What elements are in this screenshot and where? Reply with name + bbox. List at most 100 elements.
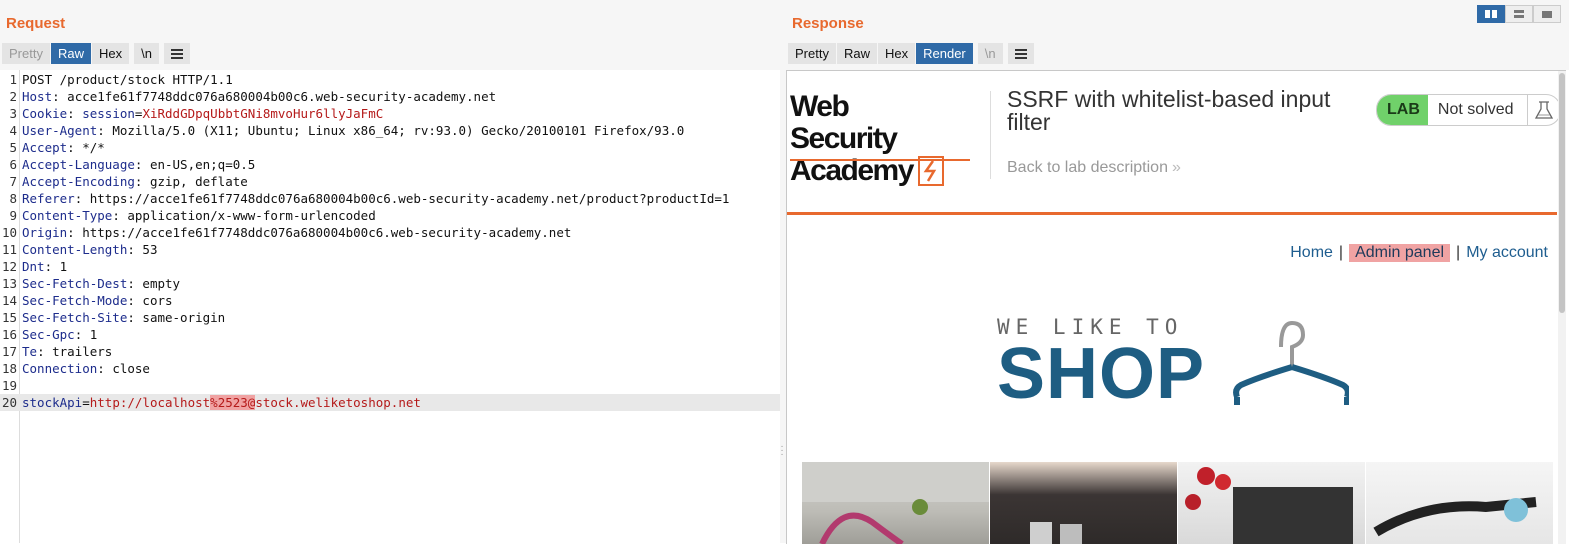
product-image[interactable] xyxy=(1178,462,1365,544)
layout-stacked-icon[interactable] xyxy=(1505,5,1533,23)
lab-title: SSRF with whitelist-based input filter xyxy=(1007,86,1331,135)
line-number: 8 xyxy=(9,191,17,206)
editor-line[interactable]: 16 Sec-Gpc: 1 xyxy=(0,326,780,343)
editor-line[interactable]: 17 Te: trailers xyxy=(0,343,780,360)
brand-underline xyxy=(790,159,970,161)
header-divider xyxy=(990,91,991,179)
tab-raw[interactable]: Raw xyxy=(50,43,92,64)
tab-newline-toggle[interactable]: \n xyxy=(977,43,1004,64)
request-pane: Request Pretty Raw Hex \n 1 POST /product… xyxy=(0,0,780,543)
line-content: User-Agent: Mozilla/5.0 (X11; Ubuntu; Li… xyxy=(22,123,685,138)
layout-toggle-group xyxy=(1477,5,1561,23)
menu-icon[interactable] xyxy=(1007,43,1035,64)
editor-line[interactable]: 19 xyxy=(0,377,780,394)
line-content: Sec-Gpc: 1 xyxy=(22,327,98,342)
line-number: 20 xyxy=(1,395,17,410)
header-value: 53 xyxy=(142,242,158,257)
nav-admin-panel-link[interactable]: Admin panel xyxy=(1349,244,1451,262)
header-name: Content-Length xyxy=(22,242,128,257)
editor-line[interactable]: 13 Sec-Fetch-Dest: empty xyxy=(0,275,780,292)
line-content: POST /product/stock HTTP/1.1 xyxy=(22,71,233,88)
nav-separator: | xyxy=(1338,244,1344,261)
tab-hex[interactable]: Hex xyxy=(91,43,131,64)
layout-side-by-side-icon[interactable] xyxy=(1477,5,1505,23)
academy-logo[interactable]: Web Security Academy xyxy=(790,91,970,187)
product-image[interactable] xyxy=(1366,462,1553,544)
render-scroll-thumb[interactable] xyxy=(1559,73,1565,313)
line-content: Host: acce1fe61f7748ddc076a680004b00c6.w… xyxy=(22,89,497,104)
editor-line[interactable]: 10 Origin: https://acce1fe61f7748ddc076a6… xyxy=(0,224,780,241)
editor-line[interactable]: 12 Dnt: 1 xyxy=(0,258,780,275)
response-tabs: Pretty Raw Hex Render \n xyxy=(788,43,1035,64)
line-number: 10 xyxy=(1,225,17,240)
request-editor[interactable]: 1 POST /product/stock HTTP/1.1 2 Host: acce… xyxy=(0,70,780,543)
editor-line[interactable]: 7 Accept-Encoding: gzip, deflate xyxy=(0,173,780,190)
line-content: Content-Type: application/x-www-form-url… xyxy=(22,208,376,223)
header-name: Accept xyxy=(22,140,68,155)
product-image[interactable] xyxy=(990,462,1177,544)
line-content: Accept-Encoding: gzip, deflate xyxy=(22,174,248,189)
render-scrollbar[interactable] xyxy=(1558,71,1566,544)
param-value-post: stock.weliketoshop.net xyxy=(255,395,421,410)
line-number: 16 xyxy=(1,327,17,342)
line-number: 2 xyxy=(9,89,17,104)
lab-label: LAB xyxy=(1377,95,1428,125)
editor-line[interactable]: 3 Cookie: session=XiRddGDpqUbbtGNi8mvoHur… xyxy=(0,105,780,122)
shop-logo: WE LIKE TO SHOP xyxy=(997,315,1349,410)
header-name: Accept-Encoding xyxy=(22,174,135,189)
editor-line[interactable]: 2 Host: acce1fe61f7748ddc076a680004b00c6.… xyxy=(0,88,780,105)
editor-line[interactable]: 18 Connection: close xyxy=(0,360,780,377)
line-content: Accept-Language: en-US,en;q=0.5 xyxy=(22,157,256,172)
back-to-lab-link[interactable]: Back to lab description» xyxy=(1007,159,1181,177)
header-name: Cookie xyxy=(22,106,68,121)
request-header: Request Pretty Raw Hex \n xyxy=(0,0,780,70)
tab-pretty[interactable]: Pretty xyxy=(788,43,837,64)
header-value: trailers xyxy=(52,344,113,359)
response-title: Response xyxy=(792,15,864,32)
editor-line[interactable]: 6 Accept-Language: en-US,en;q=0.5 xyxy=(0,156,780,173)
line-content: Te: trailers xyxy=(22,344,113,359)
tab-newline-toggle[interactable]: \n xyxy=(134,43,160,64)
header-name: Sec-Fetch-Dest xyxy=(22,276,128,291)
editor-line[interactable]: 14 Sec-Fetch-Mode: cors xyxy=(0,292,780,309)
tab-raw[interactable]: Raw xyxy=(836,43,878,64)
tab-pretty[interactable]: Pretty xyxy=(2,43,51,64)
line-content: Content-Length: 53 xyxy=(22,242,158,257)
menu-icon[interactable] xyxy=(163,43,191,64)
header-name: Sec-Fetch-Mode xyxy=(22,293,128,308)
nav-my-account-link[interactable]: My account xyxy=(1466,244,1548,262)
editor-line[interactable]: 8 Referer: https://acce1fe61f7748ddc076a6… xyxy=(0,190,780,207)
response-pane: Response Pretty Raw Hex Render \n Web Se xyxy=(786,0,1569,544)
tab-hex[interactable]: Hex xyxy=(877,43,917,64)
line-content: Origin: https://acce1fe61f7748ddc076a680… xyxy=(22,225,572,240)
editor-line[interactable]: 11 Content-Length: 53 xyxy=(0,241,780,258)
editor-line[interactable]: 4 User-Agent: Mozilla/5.0 (X11; Ubuntu; L… xyxy=(0,122,780,139)
line-number: 4 xyxy=(9,123,17,138)
double-chevron-right-icon: » xyxy=(1171,159,1181,176)
lab-status: Not solved xyxy=(1437,101,1514,118)
layout-tabbed-icon[interactable] xyxy=(1533,5,1561,23)
editor-line[interactable]: 1 POST /product/stock HTTP/1.1 xyxy=(0,71,780,88)
nav-home-link[interactable]: Home xyxy=(1290,244,1333,262)
line-number: 15 xyxy=(1,310,17,325)
header-name: Referer xyxy=(22,191,75,206)
tab-render[interactable]: Render xyxy=(916,43,974,64)
header-value: https://acce1fe61f7748ddc076a680004b00c6… xyxy=(82,225,572,240)
editor-line[interactable]: 15 Sec-Fetch-Site: same-origin xyxy=(0,309,780,326)
line-number: 9 xyxy=(9,208,17,223)
editor-line[interactable]: 5 Accept: */* xyxy=(0,139,780,156)
param-value-selected: %2523@ xyxy=(210,395,256,410)
product-images-row xyxy=(802,462,1562,544)
request-line-text: POST /product/stock HTTP/1.1 xyxy=(22,72,233,87)
editor-line[interactable]: 9 Content-Type: application/x-www-form-ur… xyxy=(0,207,780,224)
request-tabs: Pretty Raw Hex \n xyxy=(2,43,191,64)
line-number: 3 xyxy=(9,106,17,121)
header-value: same-origin xyxy=(142,310,226,325)
line-content: Accept: */* xyxy=(22,140,105,155)
splitter-grip-icon[interactable]: · · · xyxy=(779,442,785,460)
header-name: Sec-Gpc xyxy=(22,327,75,342)
editor-line-body[interactable]: 20 stockApi=http://localhost%2523@stock.w… xyxy=(0,394,780,411)
header-value: acce1fe61f7748ddc076a680004b00c6.web-sec… xyxy=(67,89,497,104)
line-number: 17 xyxy=(1,344,17,359)
product-image[interactable] xyxy=(802,462,989,544)
